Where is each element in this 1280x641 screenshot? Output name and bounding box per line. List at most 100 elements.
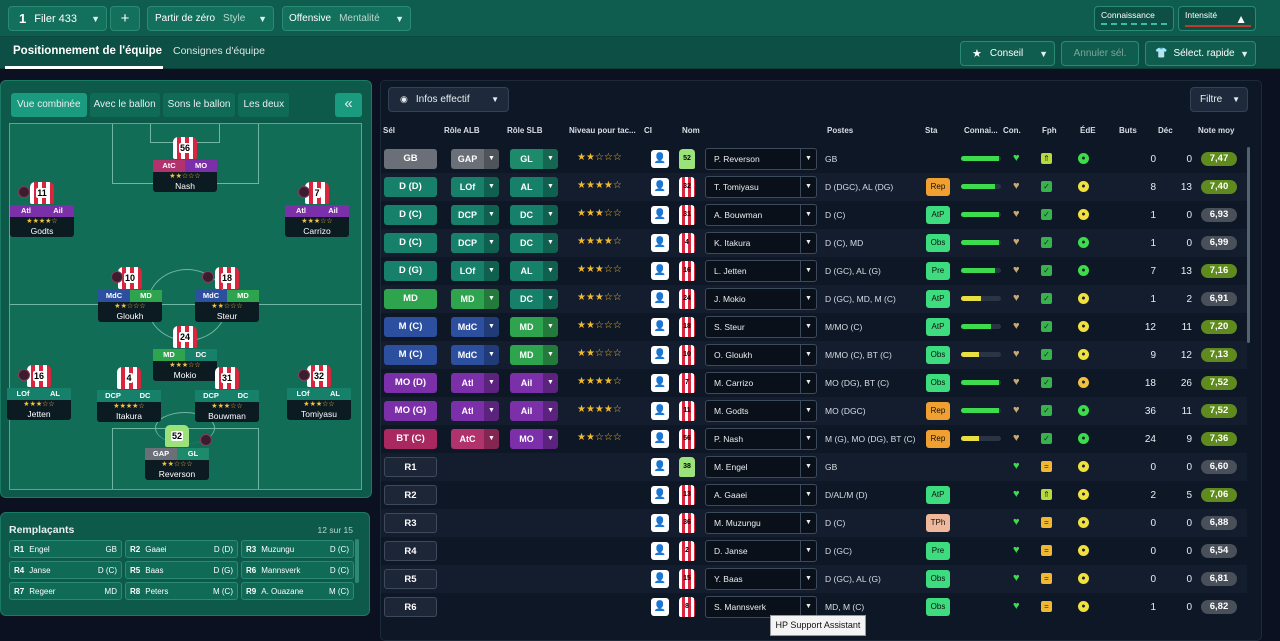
selection-slot[interactable]: MO (G) (384, 401, 437, 421)
player-name-select[interactable]: M. Engel ▼ (705, 456, 817, 478)
selection-slot[interactable]: R6 (384, 597, 437, 617)
sub-item[interactable]: R7 Regeer MD (9, 582, 122, 600)
player-name-select[interactable]: T. Tomiyasu ▼ (705, 176, 817, 198)
sub-item[interactable]: R1 Engel GB (9, 540, 122, 558)
person-icon[interactable]: 👤 (651, 570, 669, 588)
table-row[interactable]: BT (C) AtC ▼ MO ▼ ★★☆☆☆ 👤 56 P. Nash ▼ M (G), MO (… (381, 425, 1247, 453)
table-row[interactable]: MO (G) Atl ▼ Ail ▼ ★★★★☆ 👤 11 M. Godts ▼ MO (DGC) R… (381, 397, 1247, 425)
role-alb-select[interactable]: AtC ▼ (451, 429, 499, 449)
role-slb-select[interactable]: DC ▼ (510, 233, 558, 253)
col-role-slb[interactable]: Rôle SLB (507, 126, 543, 135)
status-badge[interactable]: Obs (926, 346, 950, 364)
knowledge-indicator[interactable]: Connaissance (1094, 6, 1174, 31)
selection-slot[interactable]: D (C) (384, 233, 437, 253)
person-icon[interactable]: 👤 (651, 234, 669, 252)
table-row[interactable]: D (D) LOf ▼ AL ▼ ★★★★☆ 👤 32 T. Tomiyasu ▼ D (DGC),… (381, 173, 1247, 201)
selection-slot[interactable]: R5 (384, 569, 437, 589)
col-goals[interactable]: Buts (1119, 126, 1137, 135)
status-badge[interactable]: Obs (926, 598, 950, 616)
role-alb-select[interactable]: MD ▼ (451, 289, 499, 309)
person-icon[interactable]: 👤 (651, 402, 669, 420)
role-slb-select[interactable]: MD ▼ (510, 345, 558, 365)
status-badge[interactable]: AtP (926, 486, 950, 504)
table-row[interactable]: M (C) MdC ▼ MD ▼ ★★☆☆☆ 👤 10 O. Gloukh ▼ M/MO (C), … (381, 341, 1247, 369)
info-dropdown[interactable]: ◉ Infos effectif ▼ (388, 87, 509, 112)
style-dropdown[interactable]: Partir de zéro Style ▼ (147, 6, 274, 31)
role-slb-select[interactable]: DC ▼ (510, 205, 558, 225)
pitch-player[interactable]: 4 DCP DC ★★★★☆ Itakura (97, 367, 161, 422)
role-slb-select[interactable]: Ail ▼ (510, 401, 558, 421)
role-alb-select[interactable]: LOf ▼ (451, 261, 499, 281)
status-badge[interactable]: Pre (926, 262, 950, 280)
selection-slot[interactable]: GB (384, 149, 437, 169)
pitch-player[interactable]: 7 Atl Ail ★★★☆☆ Carrizo (285, 182, 349, 237)
col-role-alb[interactable]: Rôle ALB (444, 126, 480, 135)
col-sel[interactable]: Sél (383, 126, 395, 135)
advice-button[interactable]: ★ Conseil ▼ (960, 41, 1055, 66)
player-name-select[interactable]: K. Itakura ▼ (705, 232, 817, 254)
person-icon[interactable]: 👤 (651, 542, 669, 560)
sub-item[interactable]: R2 Gaaei D (D) (125, 540, 238, 558)
status-badge[interactable]: Pre (926, 542, 950, 560)
status-badge[interactable]: Obs (926, 234, 950, 252)
role-slb-select[interactable]: GL ▼ (510, 149, 558, 169)
status-badge[interactable]: Obs (926, 374, 950, 392)
view-with-ball-button[interactable]: Avec le ballon (89, 93, 160, 117)
col-positions[interactable]: Postes (827, 126, 853, 135)
role-alb-select[interactable]: GAP ▼ (451, 149, 499, 169)
role-slb-select[interactable]: MO ▼ (510, 429, 558, 449)
player-name-select[interactable]: Y. Baas ▼ (705, 568, 817, 590)
table-row[interactable]: R3 👤 36 M. Muzungu ▼ D (C) TPh ♥ = ● 0 0 6,88 (381, 509, 1247, 537)
status-badge[interactable]: AtP (926, 290, 950, 308)
filter-dropdown[interactable]: Filtre ▼ (1190, 87, 1248, 112)
status-badge[interactable]: Obs (926, 570, 950, 588)
role-slb-select[interactable]: AL ▼ (510, 261, 558, 281)
tab-positioning[interactable]: Positionnement de l'équipe (13, 45, 162, 57)
col-fph[interactable]: Fph (1042, 126, 1057, 135)
add-formation-button[interactable]: + (110, 6, 140, 31)
view-both-button[interactable]: Les deux (238, 93, 290, 117)
status-badge[interactable]: TPh (926, 514, 950, 532)
person-icon[interactable]: 👤 (651, 430, 669, 448)
selection-slot[interactable]: M (C) (384, 317, 437, 337)
table-row[interactable]: R5 👤 15 Y. Baas ▼ D (GC), AL (G) Obs ♥ = ● 0 0 6,81 (381, 565, 1247, 593)
role-alb-select[interactable]: DCP ▼ (451, 205, 499, 225)
person-icon[interactable]: 👤 (651, 290, 669, 308)
role-slb-select[interactable]: MD ▼ (510, 317, 558, 337)
col-sta[interactable]: Sta (925, 126, 937, 135)
player-name-select[interactable]: S. Steur ▼ (705, 316, 817, 338)
table-row[interactable]: R4 👤 2 D. Janse ▼ D (GC) Pre ♥ = ● 0 0 6,54 (381, 537, 1247, 565)
cancel-selection-button[interactable]: Annuler sél. (1061, 41, 1139, 66)
role-alb-select[interactable]: Atl ▼ (451, 373, 499, 393)
col-name[interactable]: Nom (682, 126, 700, 135)
col-rating[interactable]: Note moy (1198, 126, 1234, 135)
role-slb-select[interactable]: DC ▼ (510, 289, 558, 309)
col-knowledge[interactable]: Connai... (964, 126, 998, 135)
person-icon[interactable]: 👤 (651, 346, 669, 364)
status-badge[interactable]: AtP (926, 206, 950, 224)
player-name-select[interactable]: J. Mokio ▼ (705, 288, 817, 310)
person-icon[interactable]: 👤 (651, 458, 669, 476)
role-alb-select[interactable]: Atl ▼ (451, 401, 499, 421)
table-scrollbar[interactable] (1247, 147, 1250, 343)
selection-slot[interactable]: R2 (384, 485, 437, 505)
player-name-select[interactable]: D. Janse ▼ (705, 540, 817, 562)
selection-slot[interactable]: M (C) (384, 345, 437, 365)
status-badge[interactable]: Rep (926, 402, 950, 420)
player-name-select[interactable]: M. Carrizo ▼ (705, 372, 817, 394)
person-icon[interactable]: 👤 (651, 150, 669, 168)
selection-slot[interactable]: R3 (384, 513, 437, 533)
person-icon[interactable]: 👤 (651, 206, 669, 224)
tab-instructions[interactable]: Consignes d'équipe (173, 45, 265, 57)
col-con[interactable]: Con. (1003, 126, 1021, 135)
col-ede[interactable]: ÉdE (1080, 126, 1096, 135)
table-row[interactable]: R1 👤 38 M. Engel ▼ GB ♥ = ● 0 0 6,60 (381, 453, 1247, 481)
pitch-player[interactable]: 16 LOf AL ★★★☆☆ Jetten (7, 365, 71, 420)
sub-item[interactable]: R4 Janse D (C) (9, 561, 122, 579)
table-row[interactable]: D (C) DCP ▼ DC ▼ ★★★☆☆ 👤 31 A. Bouwman ▼ D (C) AtP ♥… (381, 201, 1247, 229)
selection-slot[interactable]: D (G) (384, 261, 437, 281)
table-row[interactable]: D (G) LOf ▼ AL ▼ ★★★☆☆ 👤 16 L. Jetten ▼ D (GC), AL… (381, 257, 1247, 285)
table-row[interactable]: GB GAP ▼ GL ▼ ★★☆☆☆ 👤 52 P. Reverson ▼ GB ♥ ⇑ ● 0 0 7,47 (381, 145, 1247, 173)
person-icon[interactable]: 👤 (651, 374, 669, 392)
selection-slot[interactable]: MD (384, 289, 437, 309)
